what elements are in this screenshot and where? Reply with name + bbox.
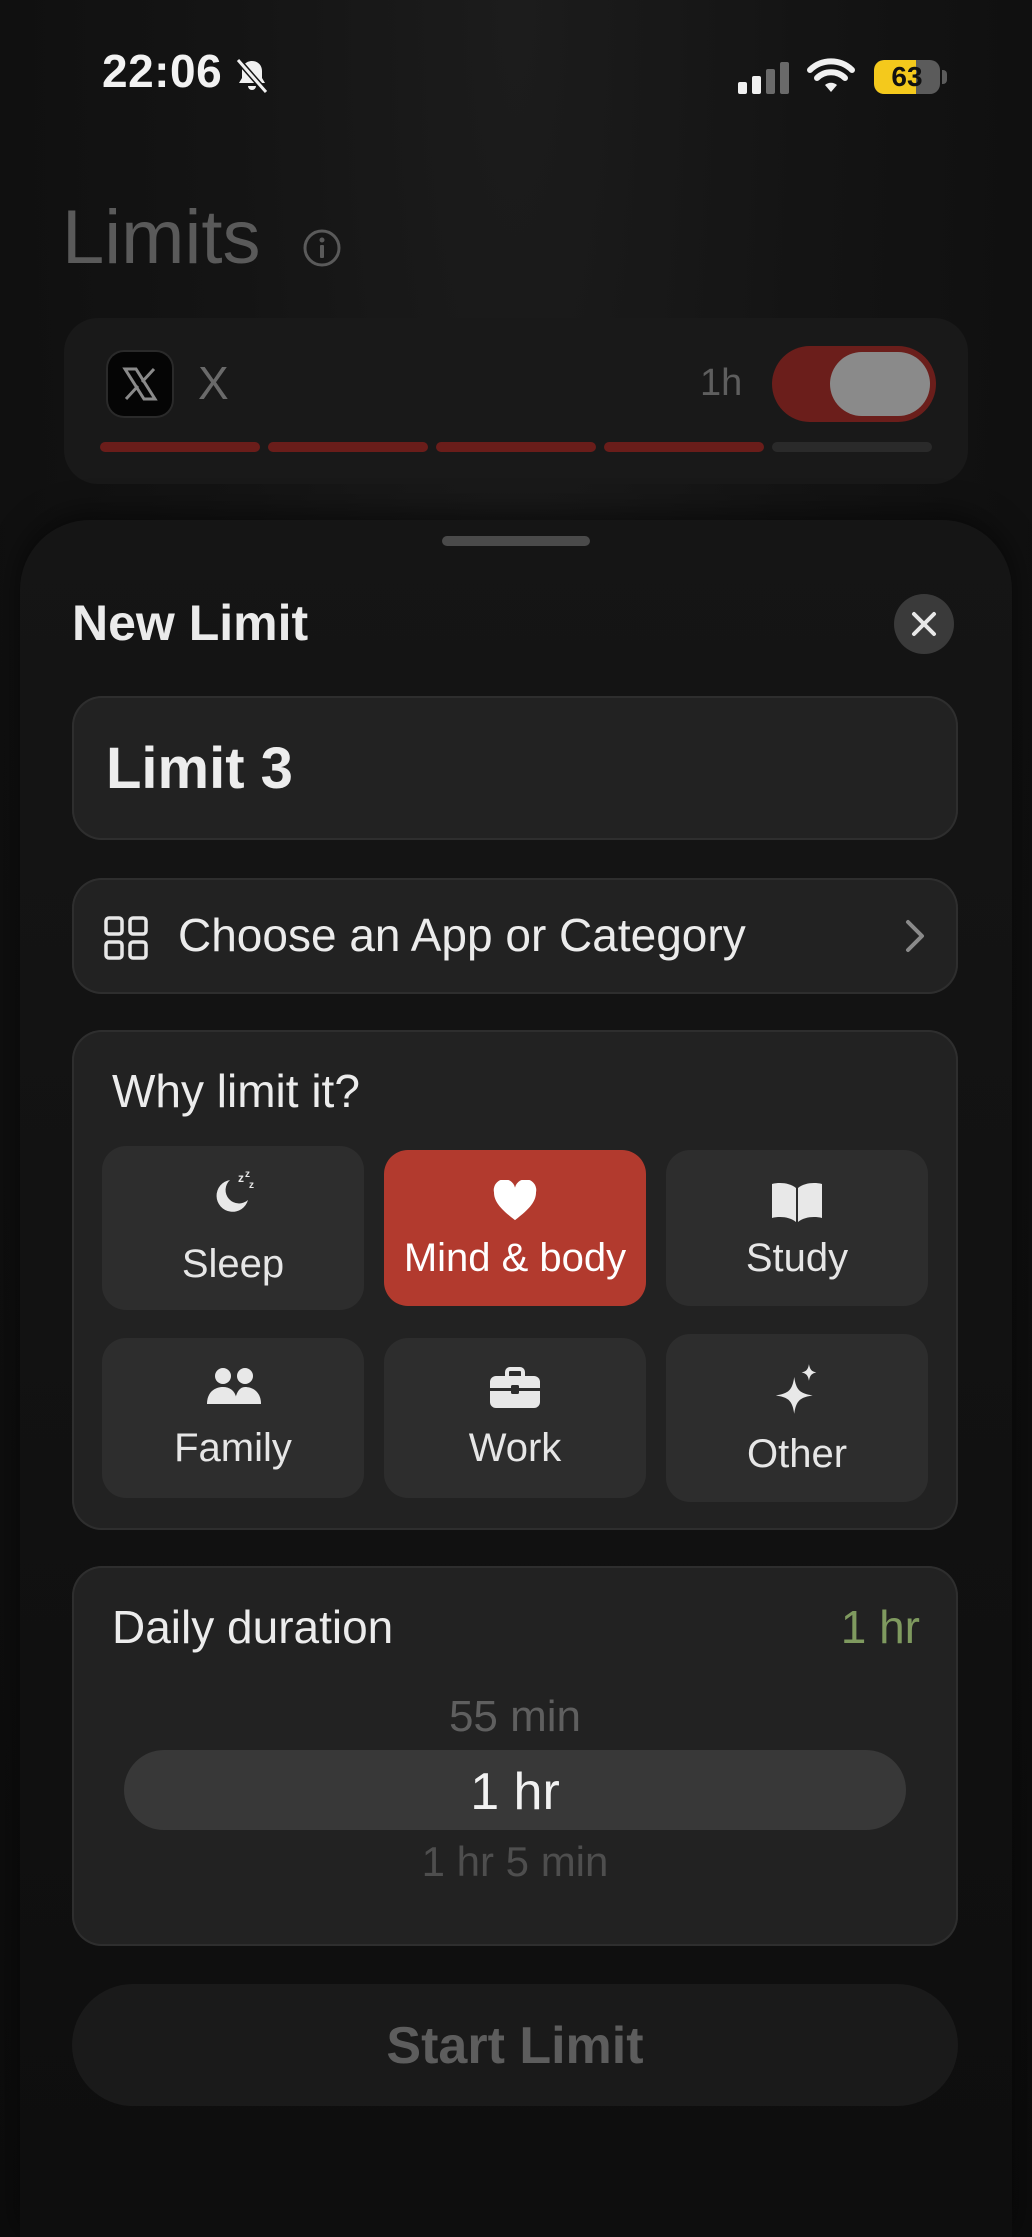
- limit-name-input[interactable]: [106, 732, 906, 804]
- reason-label: Mind & body: [403, 1236, 627, 1280]
- reason-label: Work: [468, 1426, 562, 1470]
- screen: 22:06 63 Limits X 1h New Limit Limit 3 C…: [0, 0, 1032, 2237]
- sheet-grabber[interactable]: [442, 536, 590, 546]
- duration-value: 1 hr: [840, 1601, 920, 1653]
- battery-cap: [942, 70, 947, 84]
- why-limit-card: Why limit it? z z z Sleep Mind & body St…: [72, 1030, 958, 1530]
- svg-text:z: z: [238, 1171, 244, 1185]
- progress-segment: [100, 442, 260, 452]
- sheet-title: New Limit: [72, 595, 309, 651]
- wifi-icon: [807, 58, 855, 92]
- sparkles-icon: [775, 1364, 817, 1414]
- heart-icon: [493, 1180, 537, 1221]
- reason-family[interactable]: Family: [102, 1338, 364, 1498]
- svg-text:z: z: [245, 1169, 250, 1180]
- limit-name-card: [72, 696, 958, 840]
- limit-toggle[interactable]: [772, 346, 936, 422]
- close-icon: [912, 612, 936, 636]
- reason-work[interactable]: Work: [384, 1338, 646, 1498]
- status-time: 22:06: [102, 45, 223, 97]
- picker-option-current[interactable]: 1 hr: [72, 1762, 958, 1822]
- choose-app-button[interactable]: Choose an App or Category: [72, 878, 958, 994]
- chevron-right-icon: [906, 920, 924, 952]
- limit-duration: 1h: [700, 362, 743, 404]
- reason-other[interactable]: Other: [666, 1334, 928, 1502]
- start-limit-label: Start Limit: [386, 2017, 644, 2075]
- daily-duration-card: Daily duration 1 hr 55 min 1 hr 1 hr 5 m…: [72, 1566, 958, 1946]
- close-button[interactable]: [894, 594, 954, 654]
- moon-zzz-icon: z z z: [216, 1169, 254, 1212]
- progress-segment: [772, 442, 932, 452]
- reason-label: Family: [174, 1426, 292, 1470]
- choose-app-label: Choose an App or Category: [178, 909, 746, 961]
- x-app-icon: [108, 352, 172, 416]
- toggle-knob: [830, 352, 930, 416]
- picker-option-previous[interactable]: 55 min: [72, 1692, 958, 1742]
- limit-progress: [100, 442, 932, 452]
- start-limit-button[interactable]: Start Limit: [72, 1984, 958, 2106]
- limit-app-name: X: [198, 357, 229, 409]
- progress-segment: [268, 442, 428, 452]
- duration-title: Daily duration: [112, 1601, 394, 1653]
- book-icon: [772, 1183, 822, 1222]
- reason-study[interactable]: Study: [666, 1150, 928, 1306]
- battery-icon: 63: [874, 60, 940, 94]
- picker-option-next[interactable]: 1 hr 5 min: [72, 1838, 958, 1886]
- people-icon: [207, 1368, 261, 1404]
- svg-text:z: z: [249, 1180, 254, 1191]
- info-icon[interactable]: [302, 228, 342, 268]
- grid-icon: [104, 916, 148, 960]
- why-title: Why limit it?: [112, 1065, 360, 1117]
- signal-icon: [738, 62, 789, 94]
- briefcase-icon: [490, 1367, 540, 1408]
- reason-sleep[interactable]: z z z Sleep: [102, 1146, 364, 1310]
- bell-slash-icon: [235, 58, 269, 94]
- reason-label: Sleep: [181, 1242, 285, 1286]
- battery-level: 63: [891, 61, 923, 92]
- progress-segment: [604, 442, 764, 452]
- reason-mind-body[interactable]: Mind & body: [384, 1150, 646, 1306]
- progress-segment: [436, 442, 596, 452]
- reason-label: Study: [745, 1236, 849, 1280]
- page-title: Limits: [62, 195, 261, 280]
- reason-label: Other: [746, 1432, 848, 1476]
